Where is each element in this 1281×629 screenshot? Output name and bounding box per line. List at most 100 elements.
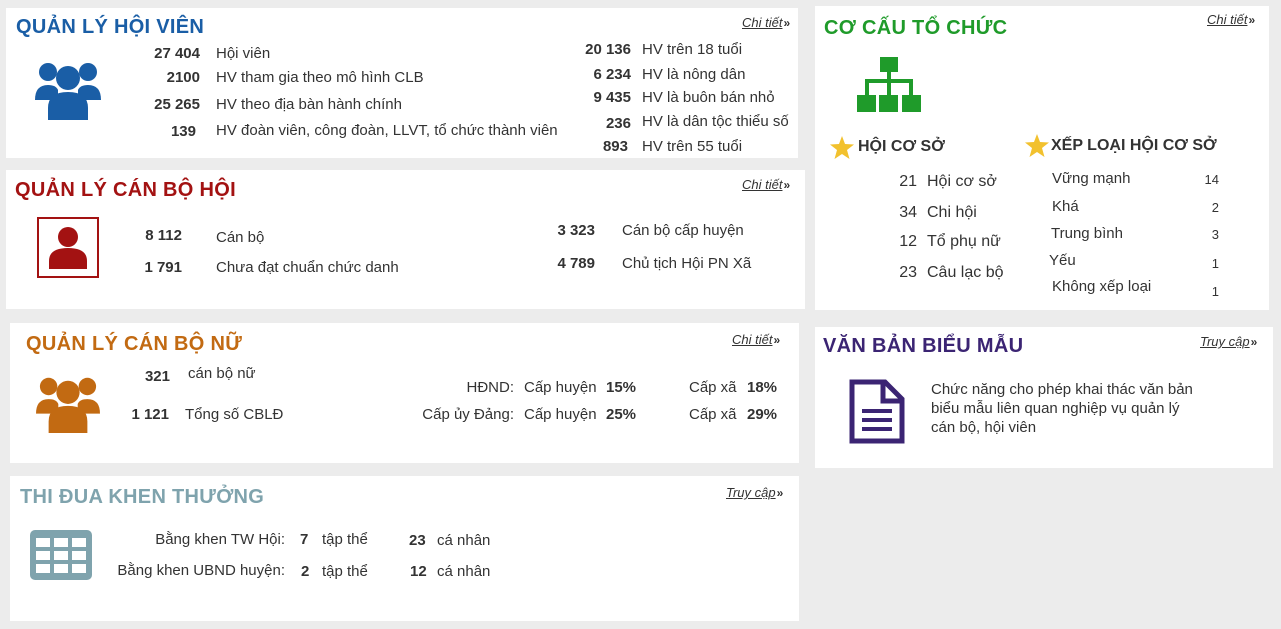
org-rank-label-0: Vững mạnh	[1052, 170, 1131, 187]
members-left-label-3: HV đoàn viên, công đoàn, LLVT, tổ chức t…	[216, 122, 558, 139]
awards-access-link-label[interactable]: Truy cập	[726, 485, 776, 500]
org-base-title: HỘI CƠ SỞ	[858, 138, 945, 155]
members-right-label-4: HV trên 55 tuổi	[642, 138, 743, 155]
members-left-value-0: 27 404	[154, 45, 200, 62]
awards-row-u1-0: tập thể	[322, 531, 368, 548]
staff-right-label-0: Cán bộ cấp huyện	[622, 222, 744, 239]
women-row-pct1-1: 25%	[606, 406, 637, 423]
org-rank-value-0: 14	[1204, 172, 1219, 187]
docs-access-link-label[interactable]: Truy cập	[1200, 334, 1250, 349]
members-left-label-1: HV tham gia theo mô hình CLB	[216, 69, 424, 86]
staff-detail-link[interactable]: Chi tiết»	[742, 177, 790, 192]
women-row-level1-0: Cấp huyện	[524, 379, 597, 396]
document-icon	[849, 379, 905, 444]
table-icon	[30, 530, 92, 580]
awards-row-label-1: Bằng khen UBND huyện:	[117, 562, 285, 579]
org-rank-label-1: Khá	[1052, 198, 1079, 215]
members-right-value-4: 893	[602, 138, 628, 155]
org-rank-label-2: Trung bình	[1051, 225, 1123, 242]
staff-left-label-1: Chưa đạt chuẩn chức danh	[216, 259, 399, 276]
members-left-label-0: Hội viên	[216, 45, 271, 62]
women-row-label-0: HĐND:	[466, 379, 515, 396]
org-rank-value-4: 1	[1211, 284, 1219, 299]
users-icon	[36, 377, 100, 433]
women-left-label-0: cán bộ nữ	[188, 365, 256, 382]
members-left-value-3: 139	[170, 123, 196, 140]
org-rank-value-2: 3	[1211, 227, 1219, 242]
members-right-label-0: HV trên 18 tuổi	[642, 41, 743, 58]
women-row-level1-1: Cấp huyện	[524, 406, 597, 423]
members-left-label-2: HV theo địa bàn hành chính	[216, 96, 402, 113]
org-chart-icon	[857, 57, 921, 112]
org-rank-title: XẾP LOẠI HỘI CƠ SỞ	[1051, 137, 1217, 154]
staff-right-value-1: 4 789	[557, 255, 595, 272]
org-rank-value-3: 1	[1211, 256, 1219, 271]
org-base-value-1: 34	[899, 204, 917, 221]
awards-row-u2-0: cá nhân	[437, 532, 491, 549]
staff-card: QUẢN LÝ CÁN BỘ HỘI Chi tiết» 8 112 Cán b…	[6, 170, 805, 309]
members-right-value-1: 6 234	[593, 66, 631, 83]
staff-left-label-0: Cán bộ	[216, 229, 265, 246]
staff-left-value-0: 8 112	[145, 227, 182, 244]
org-rank-label-3: Yếu	[1049, 252, 1076, 269]
women-detail-link-label[interactable]: Chi tiết	[732, 332, 772, 347]
members-right-value-2: 9 435	[593, 89, 631, 106]
women-title: QUẢN LÝ CÁN BỘ NỮ	[26, 333, 243, 355]
staff-detail-link-label[interactable]: Chi tiết	[742, 177, 782, 192]
staff-title: QUẢN LÝ CÁN BỘ HỘI	[15, 179, 236, 201]
org-base-value-2: 12	[899, 233, 917, 250]
members-card: QUẢN LÝ HỘI VIÊN Chi tiết» 27 404 Hội vi…	[6, 8, 798, 158]
double-chevron-right-icon: »	[773, 333, 781, 347]
women-detail-link[interactable]: Chi tiết»	[732, 332, 780, 347]
org-detail-link[interactable]: Chi tiết»	[1207, 12, 1255, 27]
star-icon	[1025, 134, 1049, 157]
org-title: CƠ CẤU TỔ CHỨC	[824, 17, 1008, 39]
women-row-level2-0: Cấp xã	[689, 379, 737, 396]
double-chevron-right-icon: »	[1250, 335, 1258, 349]
docs-desc-line-2: cán bộ, hội viên	[931, 419, 1037, 436]
staff-left-value-1: 1 791	[144, 259, 182, 276]
org-base-label-2: Tổ phụ nữ	[927, 233, 1001, 250]
org-rank-value-1: 2	[1211, 200, 1219, 215]
org-detail-link-label[interactable]: Chi tiết	[1207, 12, 1247, 27]
docs-card: VĂN BẢN BIỂU MẪU Truy cập» Chức năng cho…	[815, 327, 1273, 468]
awards-row-n1-0: 7	[300, 531, 309, 548]
awards-row-n1-1: 2	[301, 563, 310, 580]
members-detail-link[interactable]: Chi tiết»	[742, 15, 790, 30]
docs-desc-line-0: Chức năng cho phép khai thác văn bản	[931, 381, 1193, 398]
star-icon	[830, 136, 854, 159]
org-rank-label-4: Không xếp loại	[1052, 278, 1152, 295]
org-card: CƠ CẤU TỔ CHỨC Chi tiết» HỘI CƠ SỞ 21 Hộ…	[815, 6, 1269, 310]
members-left-value-1: 2100	[166, 69, 200, 86]
org-base-label-0: Hội cơ sở	[927, 173, 997, 190]
awards-row-u1-1: tập thể	[322, 563, 368, 580]
org-base-label-1: Chi hội	[927, 204, 977, 221]
women-card: QUẢN LÝ CÁN BỘ NỮ Chi tiết» 321 cán bộ n…	[10, 323, 799, 463]
user-icon	[37, 217, 99, 278]
staff-right-value-0: 3 323	[557, 222, 595, 239]
docs-desc-line-1: biểu mẫu liên quan nghiệp vụ quản lý	[931, 400, 1180, 417]
members-right-value-0: 20 136	[585, 41, 631, 58]
members-right-label-3: HV là dân tộc thiểu số	[642, 113, 789, 130]
double-chevron-right-icon: »	[776, 486, 784, 500]
members-right-value-3: 236	[605, 115, 631, 132]
women-row-pct1-0: 15%	[606, 379, 637, 396]
members-left-value-2: 25 265	[154, 96, 200, 113]
members-title: QUẢN LÝ HỘI VIÊN	[16, 16, 205, 38]
awards-row-n2-0: 23	[409, 532, 426, 549]
women-row-label-1: Cấp ủy Đảng:	[422, 406, 514, 423]
double-chevron-right-icon: »	[783, 178, 791, 192]
members-right-label-1: HV là nông dân	[642, 66, 746, 83]
users-icon	[35, 63, 101, 120]
women-left-value-1: 1 121	[131, 406, 169, 423]
double-chevron-right-icon: »	[1248, 13, 1256, 27]
awards-title: THI ĐUA KHEN THƯỞNG	[20, 486, 265, 508]
members-detail-link-label[interactable]: Chi tiết	[742, 15, 782, 30]
women-row-level2-1: Cấp xã	[689, 406, 737, 423]
org-base-value-0: 21	[899, 173, 917, 190]
awards-access-link[interactable]: Truy cập»	[726, 485, 783, 500]
docs-access-link[interactable]: Truy cập»	[1200, 334, 1257, 349]
members-right-label-2: HV là buôn bán nhỏ	[642, 89, 775, 106]
awards-row-label-0: Bằng khen TW Hội:	[155, 531, 285, 548]
awards-card: THI ĐUA KHEN THƯỞNG Truy cập» Bằng khen …	[10, 476, 799, 621]
